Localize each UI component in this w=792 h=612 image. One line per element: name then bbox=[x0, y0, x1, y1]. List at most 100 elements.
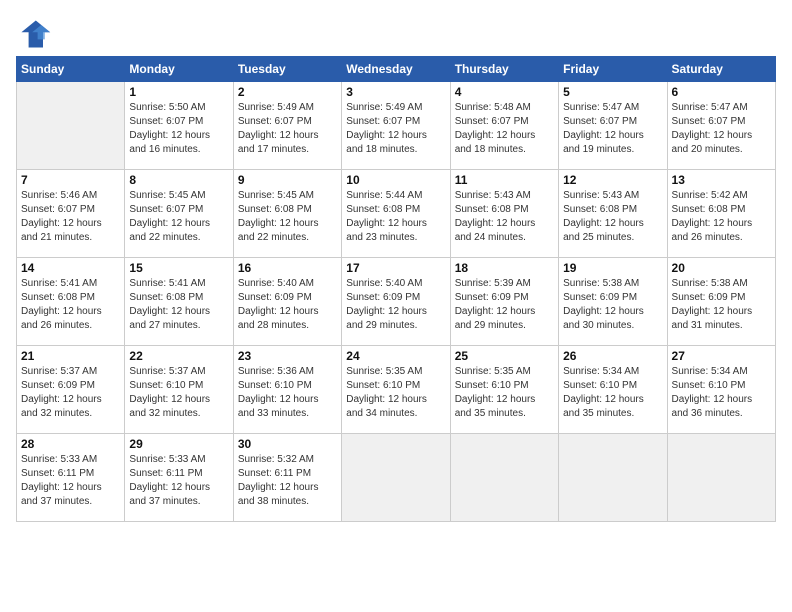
logo bbox=[16, 16, 56, 52]
day-number: 8 bbox=[129, 173, 228, 187]
calendar-cell: 9 Sunrise: 5:45 AMSunset: 6:08 PMDaylight… bbox=[233, 170, 341, 258]
calendar-cell: 3 Sunrise: 5:49 AMSunset: 6:07 PMDaylight… bbox=[342, 82, 450, 170]
day-number: 2 bbox=[238, 85, 337, 99]
day-number: 25 bbox=[455, 349, 554, 363]
col-header-thursday: Thursday bbox=[450, 57, 558, 82]
calendar-cell: 27 Sunrise: 5:34 AMSunset: 6:10 PMDayligh… bbox=[667, 346, 775, 434]
day-content: Sunrise: 5:34 AMSunset: 6:10 PMDaylight:… bbox=[563, 365, 662, 421]
day-number: 29 bbox=[129, 437, 228, 451]
day-number: 19 bbox=[563, 261, 662, 275]
day-content: Sunrise: 5:37 AMSunset: 6:10 PMDaylight:… bbox=[129, 365, 228, 421]
day-number: 5 bbox=[563, 85, 662, 99]
calendar-cell: 16Sunrise: 5:40 AMSunset: 6:09 PMDayligh… bbox=[233, 258, 341, 346]
calendar-cell: 15Sunrise: 5:41 AMSunset: 6:08 PMDayligh… bbox=[125, 258, 233, 346]
calendar-cell: 25 Sunrise: 5:35 AMSunset: 6:10 PMDayligh… bbox=[450, 346, 558, 434]
day-content: Sunrise: 5:38 AMSunset: 6:09 PMDaylight:… bbox=[672, 277, 771, 333]
day-content: Sunrise: 5:33 AMSunset: 6:11 PMDaylight:… bbox=[21, 453, 120, 509]
day-number: 10 bbox=[346, 173, 445, 187]
col-header-saturday: Saturday bbox=[667, 57, 775, 82]
calendar-cell: 12 Sunrise: 5:43 AMSunset: 6:08 PMDayligh… bbox=[559, 170, 667, 258]
day-number: 21 bbox=[21, 349, 120, 363]
calendar-cell bbox=[342, 434, 450, 522]
calendar-cell bbox=[667, 434, 775, 522]
day-content: Sunrise: 5:34 AMSunset: 6:10 PMDaylight:… bbox=[672, 365, 771, 421]
day-number: 30 bbox=[238, 437, 337, 451]
day-content: Sunrise: 5:44 AMSunset: 6:08 PMDaylight:… bbox=[346, 189, 445, 245]
day-content: Sunrise: 5:45 AMSunset: 6:07 PMDaylight:… bbox=[129, 189, 228, 245]
day-number: 26 bbox=[563, 349, 662, 363]
calendar-week-1: 1 Sunrise: 5:50 AMSunset: 6:07 PMDaylight… bbox=[17, 82, 776, 170]
day-number: 20 bbox=[672, 261, 771, 275]
day-number: 7 bbox=[21, 173, 120, 187]
day-content: Sunrise: 5:35 AMSunset: 6:10 PMDaylight:… bbox=[346, 365, 445, 421]
day-content: Sunrise: 5:33 AMSunset: 6:11 PMDaylight:… bbox=[129, 453, 228, 509]
day-number: 24 bbox=[346, 349, 445, 363]
calendar-week-4: 21 Sunrise: 5:37 AMSunset: 6:09 PMDayligh… bbox=[17, 346, 776, 434]
day-number: 12 bbox=[563, 173, 662, 187]
day-content: Sunrise: 5:42 AMSunset: 6:08 PMDaylight:… bbox=[672, 189, 771, 245]
calendar-cell: 21 Sunrise: 5:37 AMSunset: 6:09 PMDayligh… bbox=[17, 346, 125, 434]
calendar-cell bbox=[559, 434, 667, 522]
day-number: 13 bbox=[672, 173, 771, 187]
day-content: Sunrise: 5:50 AMSunset: 6:07 PMDaylight:… bbox=[129, 101, 228, 157]
calendar-week-3: 14Sunrise: 5:41 AMSunset: 6:08 PMDayligh… bbox=[17, 258, 776, 346]
day-content: Sunrise: 5:38 AMSunset: 6:09 PMDaylight:… bbox=[563, 277, 662, 333]
calendar-cell: 20 Sunrise: 5:38 AMSunset: 6:09 PMDayligh… bbox=[667, 258, 775, 346]
calendar-cell: 18Sunrise: 5:39 AMSunset: 6:09 PMDayligh… bbox=[450, 258, 558, 346]
calendar-cell: 2 Sunrise: 5:49 AMSunset: 6:07 PMDaylight… bbox=[233, 82, 341, 170]
calendar-cell bbox=[450, 434, 558, 522]
calendar-cell: 13 Sunrise: 5:42 AMSunset: 6:08 PMDayligh… bbox=[667, 170, 775, 258]
day-content: Sunrise: 5:49 AMSunset: 6:07 PMDaylight:… bbox=[238, 101, 337, 157]
calendar-cell bbox=[17, 82, 125, 170]
calendar-cell: 7 Sunrise: 5:46 AMSunset: 6:07 PMDaylight… bbox=[17, 170, 125, 258]
day-content: Sunrise: 5:36 AMSunset: 6:10 PMDaylight:… bbox=[238, 365, 337, 421]
col-header-sunday: Sunday bbox=[17, 57, 125, 82]
calendar-cell: 8 Sunrise: 5:45 AMSunset: 6:07 PMDaylight… bbox=[125, 170, 233, 258]
calendar-cell: 5 Sunrise: 5:47 AMSunset: 6:07 PMDaylight… bbox=[559, 82, 667, 170]
calendar-table: SundayMondayTuesdayWednesdayThursdayFrid… bbox=[16, 56, 776, 522]
day-content: Sunrise: 5:46 AMSunset: 6:07 PMDaylight:… bbox=[21, 189, 120, 245]
day-content: Sunrise: 5:49 AMSunset: 6:07 PMDaylight:… bbox=[346, 101, 445, 157]
col-header-friday: Friday bbox=[559, 57, 667, 82]
col-header-monday: Monday bbox=[125, 57, 233, 82]
day-content: Sunrise: 5:39 AMSunset: 6:09 PMDaylight:… bbox=[455, 277, 554, 333]
day-number: 23 bbox=[238, 349, 337, 363]
logo-icon bbox=[16, 16, 52, 52]
day-number: 16 bbox=[238, 261, 337, 275]
calendar-cell: 1 Sunrise: 5:50 AMSunset: 6:07 PMDaylight… bbox=[125, 82, 233, 170]
day-number: 1 bbox=[129, 85, 228, 99]
day-number: 11 bbox=[455, 173, 554, 187]
day-number: 3 bbox=[346, 85, 445, 99]
day-content: Sunrise: 5:32 AMSunset: 6:11 PMDaylight:… bbox=[238, 453, 337, 509]
col-header-wednesday: Wednesday bbox=[342, 57, 450, 82]
calendar-cell: 28 Sunrise: 5:33 AMSunset: 6:11 PMDayligh… bbox=[17, 434, 125, 522]
day-content: Sunrise: 5:45 AMSunset: 6:08 PMDaylight:… bbox=[238, 189, 337, 245]
day-content: Sunrise: 5:40 AMSunset: 6:09 PMDaylight:… bbox=[346, 277, 445, 333]
day-number: 28 bbox=[21, 437, 120, 451]
day-number: 15 bbox=[129, 261, 228, 275]
calendar-cell: 30 Sunrise: 5:32 AMSunset: 6:11 PMDayligh… bbox=[233, 434, 341, 522]
col-header-tuesday: Tuesday bbox=[233, 57, 341, 82]
day-number: 27 bbox=[672, 349, 771, 363]
day-content: Sunrise: 5:35 AMSunset: 6:10 PMDaylight:… bbox=[455, 365, 554, 421]
page-header bbox=[16, 16, 776, 52]
day-content: Sunrise: 5:41 AMSunset: 6:08 PMDaylight:… bbox=[21, 277, 120, 333]
day-content: Sunrise: 5:37 AMSunset: 6:09 PMDaylight:… bbox=[21, 365, 120, 421]
calendar-cell: 29 Sunrise: 5:33 AMSunset: 6:11 PMDayligh… bbox=[125, 434, 233, 522]
day-content: Sunrise: 5:47 AMSunset: 6:07 PMDaylight:… bbox=[563, 101, 662, 157]
calendar-cell: 17 Sunrise: 5:40 AMSunset: 6:09 PMDayligh… bbox=[342, 258, 450, 346]
calendar-cell: 26 Sunrise: 5:34 AMSunset: 6:10 PMDayligh… bbox=[559, 346, 667, 434]
calendar-cell: 24 Sunrise: 5:35 AMSunset: 6:10 PMDayligh… bbox=[342, 346, 450, 434]
calendar-week-2: 7 Sunrise: 5:46 AMSunset: 6:07 PMDaylight… bbox=[17, 170, 776, 258]
day-number: 4 bbox=[455, 85, 554, 99]
day-content: Sunrise: 5:47 AMSunset: 6:07 PMDaylight:… bbox=[672, 101, 771, 157]
calendar-cell: 6 Sunrise: 5:47 AMSunset: 6:07 PMDaylight… bbox=[667, 82, 775, 170]
calendar-week-5: 28 Sunrise: 5:33 AMSunset: 6:11 PMDayligh… bbox=[17, 434, 776, 522]
calendar-cell: 19 Sunrise: 5:38 AMSunset: 6:09 PMDayligh… bbox=[559, 258, 667, 346]
day-content: Sunrise: 5:43 AMSunset: 6:08 PMDaylight:… bbox=[563, 189, 662, 245]
day-number: 17 bbox=[346, 261, 445, 275]
day-number: 9 bbox=[238, 173, 337, 187]
day-content: Sunrise: 5:43 AMSunset: 6:08 PMDaylight:… bbox=[455, 189, 554, 245]
calendar-cell: 22Sunrise: 5:37 AMSunset: 6:10 PMDayligh… bbox=[125, 346, 233, 434]
day-number: 6 bbox=[672, 85, 771, 99]
